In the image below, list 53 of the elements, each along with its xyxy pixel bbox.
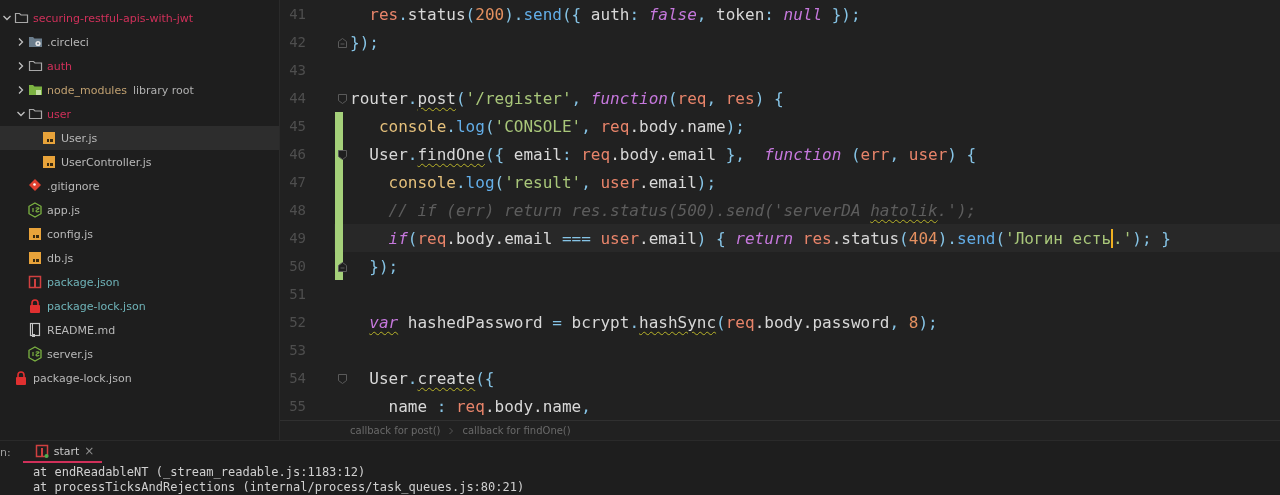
run-tab[interactable]: start ×	[22, 441, 103, 463]
package-icon	[34, 444, 49, 458]
folder-icon	[14, 10, 29, 26]
fold-marker-icon[interactable]	[337, 261, 348, 273]
js-file-icon	[42, 154, 57, 170]
tree-item[interactable]: .circleci	[0, 30, 279, 54]
code-line: });	[350, 32, 379, 52]
tree-item[interactable]: package-lock.json	[0, 294, 279, 318]
hexagon-icon	[28, 346, 43, 362]
panel-label: n:	[0, 445, 11, 459]
tree-item[interactable]: node_modules library root	[0, 78, 279, 102]
tree-item[interactable]: server.js	[0, 342, 279, 366]
code-line: User.findOne({ email: req.body.email }, function (err, user) {	[368, 144, 977, 164]
tree-item[interactable]: db.js	[0, 246, 279, 270]
tree-item[interactable]: config.js	[0, 222, 279, 246]
lock-icon	[28, 298, 43, 314]
js-file-icon	[28, 226, 43, 242]
separator-icon	[448, 426, 455, 435]
tree-item[interactable]: UserController.js	[0, 150, 279, 174]
tree-item[interactable]: User.js	[0, 126, 279, 150]
code-line: var hashedPassword = bcrypt.hashSync(req.body.password, 8);	[368, 312, 938, 332]
diamond-icon	[28, 178, 43, 194]
lock-icon	[14, 370, 29, 386]
package-icon	[28, 274, 43, 290]
js-file-icon	[28, 250, 43, 266]
js-file-icon	[42, 130, 57, 146]
folder-icon	[28, 34, 43, 50]
tree-item[interactable]: package-lock.json	[0, 366, 279, 390]
fold-marker-icon[interactable]	[337, 373, 348, 385]
tree-item[interactable]: app.js	[0, 198, 279, 222]
console-line: at endReadableNT (_stream_readable.js:1183:12)	[31, 465, 367, 480]
code-line: console.log('result', user.email);	[387, 172, 717, 192]
folder-icon	[28, 82, 43, 98]
code-line: router.post('/register', function(req, res) {	[350, 88, 784, 108]
code-line: if(req.body.email === user.email) { return res.status(404).send('Логин есть.'); }	[387, 228, 1171, 248]
hexagon-icon	[28, 202, 43, 218]
console-line: at processTicksAndRejections (internal/process/task_queues.js:80:21)	[31, 480, 526, 495]
fold-marker-icon[interactable]	[337, 149, 348, 161]
folder-icon	[28, 106, 43, 122]
tree-item[interactable]: .gitignore	[0, 174, 279, 198]
tree-item[interactable]: package.json	[0, 270, 279, 294]
code-line: // if (err) return res.status(500).send('serverDA hatolik.');	[387, 200, 977, 220]
tree-item[interactable]: README.md	[0, 318, 279, 342]
code-line: });	[368, 256, 399, 276]
code-line: name : req.body.name,	[387, 396, 591, 416]
book-icon	[28, 322, 43, 338]
code-line: res.status(200).send({ auth: false, token: null });	[368, 4, 861, 24]
code-line: User.create({	[368, 368, 495, 388]
folder-icon	[28, 58, 43, 74]
fold-marker-icon[interactable]	[337, 93, 348, 105]
close-button[interactable]: ×	[84, 444, 95, 458]
code-line: console.log('CONSOLE', req.body.name);	[377, 116, 745, 136]
fold-marker-icon[interactable]	[337, 37, 348, 49]
